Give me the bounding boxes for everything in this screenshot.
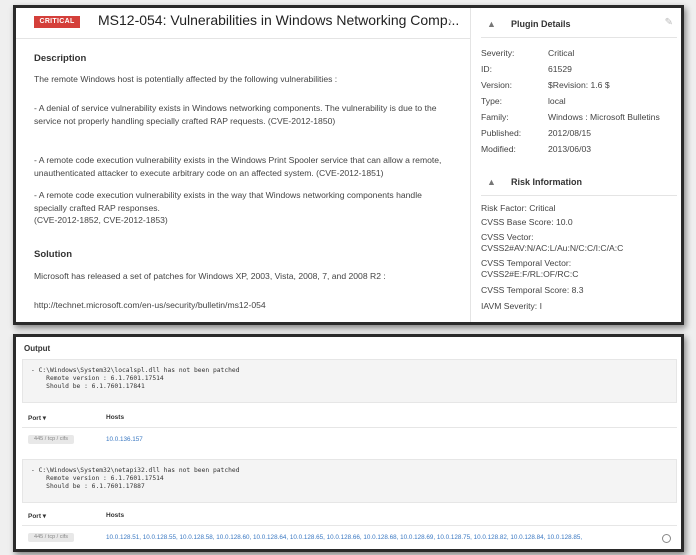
plugin-detail-row: Version: $Revision: 1.6 $ <box>481 80 610 90</box>
plugin-detail-row: Family: Windows : Microsoft Bulletins <box>481 112 660 122</box>
plugin-detail-row: Type: local <box>481 96 566 106</box>
port-hosts-header-row: Port ▾ Hosts <box>22 407 677 428</box>
side-column: ▲ Plugin Details ✎ Severity: Critical ID:… <box>470 8 681 322</box>
solution-heading: Solution <box>34 249 72 260</box>
vulnerability-title-row: CRITICAL MS12-054: Vulnerabilities in Wi… <box>16 8 470 39</box>
cvss-base-score: CVSS Base Score: 10.0 <box>481 217 573 227</box>
plugin-output-panel: Output - C:\Windows\System32\localspl.dl… <box>13 334 684 552</box>
port-chip: 445 / tcp / cifs <box>28 435 74 444</box>
solution-text: Microsoft has released a set of patches … <box>34 271 386 281</box>
chevron-right-icon[interactable]: › <box>448 14 452 28</box>
host-link-list[interactable]: 10.0.136.157 <box>106 436 143 443</box>
plugin-detail-row: ID: 61529 <box>481 64 572 74</box>
port-hosts-header-row: Port ▾ Hosts <box>22 505 677 526</box>
port-column-header[interactable]: Port ▾ <box>28 414 46 422</box>
risk-information-header[interactable]: ▲ Risk Information <box>481 169 677 196</box>
pencil-icon[interactable]: ✎ <box>665 17 673 28</box>
plugin-detail-row: Severity: Critical <box>481 48 575 58</box>
host-link-list[interactable]: 10.0.128.51, 10.0.128.55, 10.0.128.58, 1… <box>106 534 582 541</box>
cvss-vector-label: CVSS Vector: <box>481 232 534 242</box>
vulnerability-main-column: CRITICAL MS12-054: Vulnerabilities in Wi… <box>16 8 470 322</box>
plugin-details-heading: Plugin Details <box>511 19 571 29</box>
risk-factor: Risk Factor: Critical <box>481 203 556 213</box>
output-heading: Output <box>24 344 51 353</box>
description-heading: Description <box>34 53 87 64</box>
plugin-details-header[interactable]: ▲ Plugin Details ✎ <box>481 11 677 38</box>
plugin-detail-row: Published: 2012/08/15 <box>481 128 592 138</box>
port-chip: 445 / tcp / cifs <box>28 533 74 542</box>
hosts-column-header: Hosts <box>106 512 125 519</box>
output-code-block: - C:\Windows\System32\netapi32.dll has n… <box>22 459 677 503</box>
caret-up-icon[interactable]: ▲ <box>487 177 496 187</box>
description-paragraph: The remote Windows host is potentially a… <box>34 74 338 84</box>
port-host-row: 445 / tcp / cifs 10.0.128.51, 10.0.128.5… <box>22 526 677 549</box>
vulnerability-title: MS12-054: Vulnerabilities in Windows Net… <box>98 12 460 28</box>
description-paragraph: - A denial of service vulnerability exis… <box>34 103 437 126</box>
risk-information-heading: Risk Information <box>511 177 583 187</box>
vulnerability-detail-panel: CRITICAL MS12-054: Vulnerabilities in Wi… <box>13 5 684 325</box>
hosts-column-header: Hosts <box>106 414 125 421</box>
caret-up-icon[interactable]: ▲ <box>487 19 496 29</box>
port-host-row: 445 / tcp / cifs 10.0.136.157 <box>22 428 677 452</box>
cvss-vector: CVSS2#AV:N/AC:L/Au:N/C:C/I:C/A:C <box>481 243 624 253</box>
circle-icon[interactable] <box>662 534 671 543</box>
description-paragraph: - A remote code execution vulnerability … <box>34 155 442 178</box>
output-code-block: - C:\Windows\System32\localspl.dll has n… <box>22 359 677 403</box>
solution-link[interactable]: http://technet.microsoft.com/en-us/secur… <box>34 299 452 312</box>
port-column-header[interactable]: Port ▾ <box>28 512 46 520</box>
iavm-severity: IAVM Severity: I <box>481 301 542 311</box>
description-paragraph: - A remote code execution vulnerability … <box>34 190 422 213</box>
cvss-temporal-vector: CVSS2#E:F/RL:OF/RC:C <box>481 269 579 279</box>
cvss-temporal-vector-label: CVSS Temporal Vector: <box>481 258 572 268</box>
description-paragraph: (CVE-2012-1852, CVE-2012-1853) <box>34 215 168 225</box>
severity-badge: CRITICAL <box>34 16 80 28</box>
plugin-detail-row: Modified: 2013/06/03 <box>481 144 592 154</box>
cvss-temporal-score: CVSS Temporal Score: 8.3 <box>481 285 584 295</box>
